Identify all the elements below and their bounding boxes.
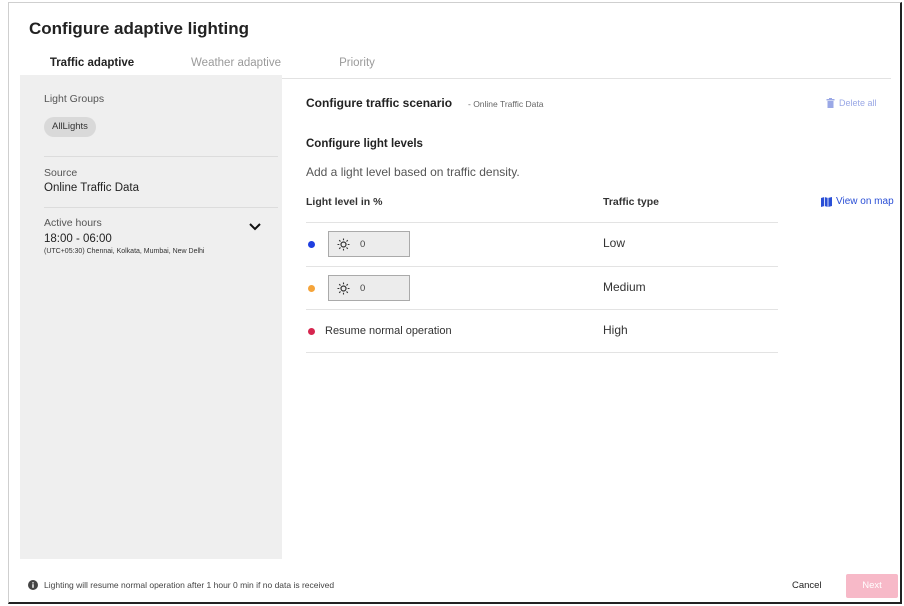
divider bbox=[44, 207, 278, 208]
timezone-text: (UTC+05:30) Chennai, Kolkata, Mumbai, Ne… bbox=[44, 248, 205, 255]
next-button[interactable]: Next bbox=[846, 574, 898, 598]
resume-normal-operation: Resume normal operation bbox=[325, 325, 452, 337]
scenario-subheading: - Online Traffic Data bbox=[468, 99, 544, 109]
traffic-type-medium: Medium bbox=[603, 280, 646, 294]
summary-panel bbox=[20, 75, 282, 559]
source-value: Online Traffic Data bbox=[44, 182, 140, 194]
cancel-button[interactable]: Cancel bbox=[792, 580, 822, 591]
light-level-stepper-low[interactable]: 0 bbox=[328, 231, 410, 257]
row-divider bbox=[306, 222, 778, 223]
delete-all-label: Delete all bbox=[839, 98, 877, 108]
tab-traffic-adaptive[interactable]: Traffic adaptive bbox=[29, 56, 155, 78]
info-icon bbox=[28, 580, 38, 590]
brightness-icon bbox=[337, 282, 350, 294]
light-levels-heading: Configure light levels bbox=[306, 138, 423, 150]
delete-all-button[interactable]: Delete all bbox=[826, 98, 877, 108]
active-hours-label: Active hours bbox=[44, 217, 102, 229]
col-header-light-level: Light level in % bbox=[306, 196, 383, 208]
col-header-traffic-type: Traffic type bbox=[603, 196, 660, 208]
tab-weather-adaptive[interactable]: Weather adaptive bbox=[173, 56, 299, 76]
footer-info: Lighting will resume normal operation af… bbox=[28, 580, 334, 590]
row-divider bbox=[306, 309, 778, 310]
tab-priority[interactable]: Priority bbox=[327, 56, 387, 76]
low-level-dot bbox=[308, 241, 315, 248]
light-group-chip[interactable]: AllLights bbox=[44, 117, 96, 137]
chevron-down-icon[interactable] bbox=[248, 220, 262, 234]
light-levels-description: Add a light level based on traffic densi… bbox=[306, 165, 520, 179]
light-level-stepper-medium[interactable]: 0 bbox=[328, 275, 410, 301]
map-icon bbox=[821, 196, 832, 207]
source-label: Source bbox=[44, 167, 78, 179]
active-hours-value: 18:00 - 06:00 bbox=[44, 233, 112, 245]
light-groups-label: Light Groups bbox=[44, 93, 105, 105]
trash-icon bbox=[826, 98, 835, 108]
high-level-dot bbox=[308, 328, 315, 335]
light-level-value: 0 bbox=[360, 238, 366, 250]
medium-level-dot bbox=[308, 285, 315, 292]
view-on-map-label: View on map bbox=[836, 196, 894, 207]
traffic-type-high: High bbox=[603, 323, 628, 337]
divider bbox=[44, 156, 278, 157]
traffic-type-low: Low bbox=[603, 236, 626, 250]
brightness-icon bbox=[337, 238, 350, 250]
view-on-map-link[interactable]: View on map bbox=[821, 196, 894, 207]
footer-info-text: Lighting will resume normal operation af… bbox=[44, 580, 335, 590]
light-level-value: 0 bbox=[360, 282, 366, 294]
dialog-title: Configure adaptive lighting bbox=[29, 19, 250, 38]
scenario-heading: Configure traffic scenario bbox=[306, 96, 453, 110]
row-divider bbox=[306, 352, 778, 353]
row-divider bbox=[306, 266, 778, 267]
